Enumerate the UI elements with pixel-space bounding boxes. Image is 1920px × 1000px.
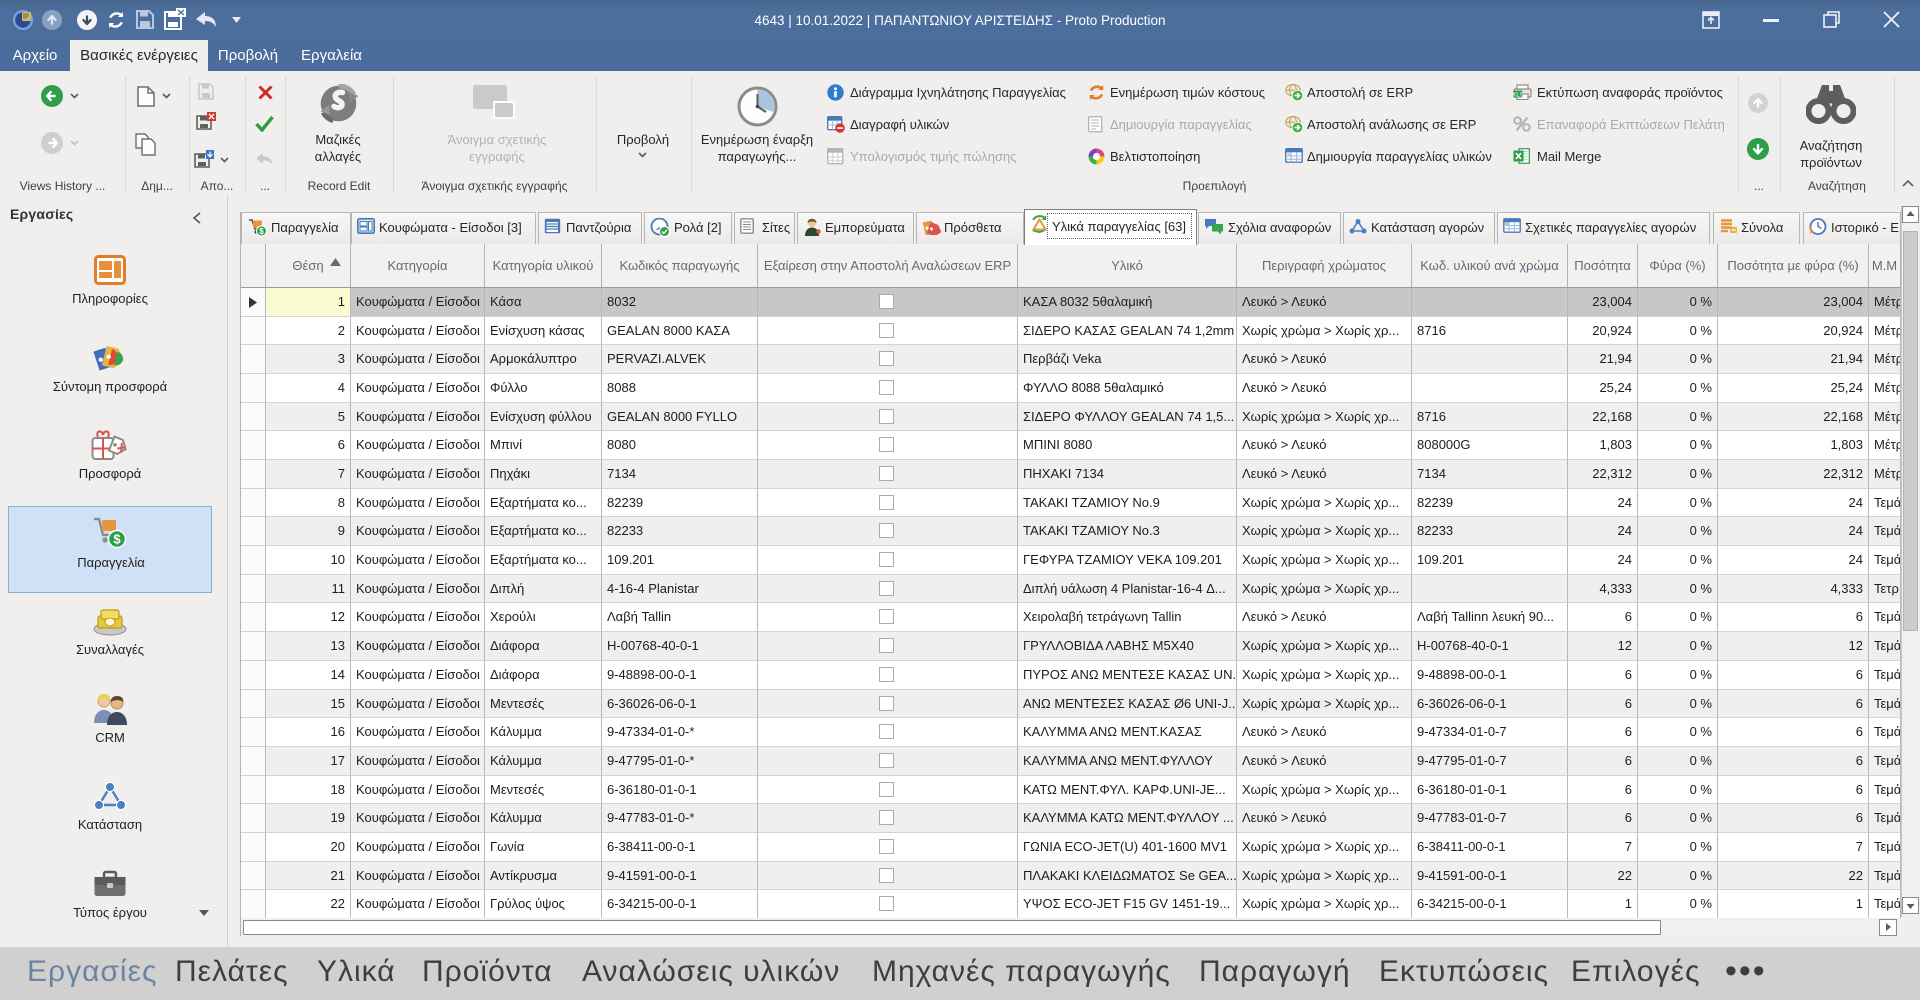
svg-text:$: $ [113,532,121,547]
svg-text:$: $ [259,227,264,236]
svg-text:XLS: XLS [1513,91,1525,98]
